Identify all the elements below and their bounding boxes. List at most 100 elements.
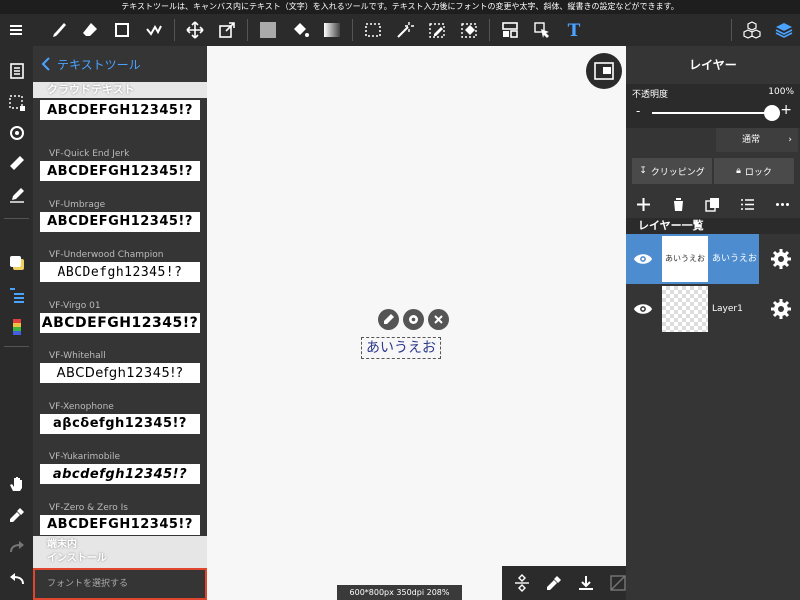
add-layer-icon[interactable] xyxy=(636,197,651,212)
gradient-icon[interactable] xyxy=(316,14,348,46)
font-panel: テキストツール クラウドテキスト ABCDEFGH12345!? VF-Quic… xyxy=(33,46,207,600)
layer-name: あいうえお xyxy=(712,254,758,264)
opacity-slider-thumb[interactable] xyxy=(764,105,780,121)
font-sample: ABCDEFGH12345!? xyxy=(40,514,200,535)
opacity-control: 不透明度 100% - + xyxy=(626,84,800,128)
text-icon[interactable]: T xyxy=(558,14,590,46)
menu-icon[interactable] xyxy=(0,14,32,46)
gear-icon[interactable] xyxy=(770,248,792,270)
font-item[interactable]: VF-Whitehall ABCDefgh12345!? xyxy=(33,344,207,395)
lock-button[interactable]: 🔒︎ ロック xyxy=(714,158,794,184)
opacity-minus-button[interactable]: - xyxy=(636,104,640,118)
transform-rotate-icon[interactable] xyxy=(506,566,538,600)
download-icon[interactable] xyxy=(570,566,602,600)
back-button[interactable]: テキストツール xyxy=(33,46,207,82)
visibility-icon[interactable] xyxy=(630,296,656,322)
font-item[interactable]: VF-Umbrage ABCDEFGH12345!? xyxy=(33,193,207,244)
materials-icon[interactable] xyxy=(736,14,768,46)
layer-list-icon[interactable] xyxy=(0,280,33,310)
font-item[interactable]: VF-Yukarimobile abcdefgh12345!? xyxy=(33,445,207,496)
select-icon[interactable] xyxy=(357,14,389,46)
transform-icon[interactable] xyxy=(211,14,243,46)
layer-actions xyxy=(626,190,800,218)
canvas-status: 600*800px 350dpi 208% xyxy=(337,585,462,600)
font-sample: ABCDefgh12345!? xyxy=(40,262,200,282)
redo-icon[interactable] xyxy=(0,532,33,562)
layer-row[interactable]: Layer1 xyxy=(626,284,800,334)
color-palette-icon[interactable] xyxy=(0,312,33,342)
section-header-cloud: クラウドテキスト xyxy=(33,82,207,98)
clipping-button[interactable]: ↧ クリッピング xyxy=(632,158,712,184)
panel-title: レイヤー xyxy=(689,58,737,72)
section-local-line1: 端末内 xyxy=(47,539,77,550)
font-sample: ABCDEFGH12345!? xyxy=(40,312,200,333)
selection-icon[interactable] xyxy=(0,88,33,118)
trash-icon[interactable] xyxy=(671,197,686,212)
font-item[interactable]: VF-Underwood Champion ABCDefgh12345!? xyxy=(33,243,207,294)
blend-mode-select[interactable]: 通常 › xyxy=(716,128,798,152)
toolbar-divider xyxy=(489,19,490,41)
text-settings-button[interactable] xyxy=(403,309,424,330)
layer-thumbnail xyxy=(662,286,708,332)
move-icon[interactable] xyxy=(179,14,211,46)
opacity-slider[interactable] xyxy=(652,105,780,121)
font-item[interactable]: VF-Quick End Jerk ABCDEFGH12345!? xyxy=(33,142,207,193)
hand-icon[interactable] xyxy=(0,469,33,499)
font-sample: ABCDEFGH12345!? xyxy=(40,100,200,120)
magic-wand-icon[interactable] xyxy=(389,14,421,46)
color-icon[interactable] xyxy=(252,14,284,46)
font-list[interactable]: ABCDEFGH12345!? VF-Quick End Jerk ABCDEFG… xyxy=(33,98,207,536)
pointer-icon[interactable] xyxy=(526,14,558,46)
eyedropper-icon[interactable] xyxy=(0,500,33,530)
section-header-local: 端末内 インストール xyxy=(33,536,207,568)
visibility-icon[interactable] xyxy=(630,246,656,272)
fill-shape-icon[interactable] xyxy=(106,14,138,46)
font-name: VF-Whitehall xyxy=(49,351,106,361)
font-item[interactable]: VF-Zero & Zero Is ABCDEFGH12345!? xyxy=(33,496,207,537)
font-sample: aβcδefgh12345!? xyxy=(40,413,200,434)
navigator-icon xyxy=(594,62,614,80)
select-pen-icon[interactable] xyxy=(421,14,453,46)
panel-icon[interactable] xyxy=(494,14,526,46)
document-icon[interactable] xyxy=(0,56,33,86)
rotate-icon[interactable] xyxy=(0,118,33,148)
lock-label: ロック xyxy=(744,167,772,178)
toolbar-divider xyxy=(731,19,732,41)
font-name: VF-Yukarimobile xyxy=(49,452,120,462)
layers-icon[interactable] xyxy=(768,14,800,46)
text-object[interactable]: あいうえお xyxy=(361,337,441,359)
svg-text:T: T xyxy=(568,21,581,39)
font-item[interactable]: VF-Virgo 01 ABCDEFGH12345!? xyxy=(33,294,207,345)
select-eraser-icon[interactable] xyxy=(453,14,485,46)
color-swatch-icon[interactable] xyxy=(0,248,33,278)
select-font-button[interactable]: フォントを選択する xyxy=(33,568,207,600)
gear-icon xyxy=(409,315,418,324)
stabilizer-pen-icon[interactable] xyxy=(0,180,33,210)
font-sample: abcdefgh12345!? xyxy=(40,464,200,484)
font-item[interactable]: VF-Xenophone aβcδefgh12345!? xyxy=(33,395,207,446)
opacity-slider-fill xyxy=(652,112,772,114)
list-icon[interactable] xyxy=(740,197,755,212)
navigator-button[interactable] xyxy=(586,53,622,89)
blend-mode-label: 通常 xyxy=(742,135,761,145)
ruler-icon[interactable] xyxy=(0,148,33,178)
duplicate-icon[interactable] xyxy=(705,197,720,212)
edit-text-button[interactable] xyxy=(378,309,399,330)
bucket-icon[interactable] xyxy=(284,14,316,46)
snap-icon[interactable] xyxy=(138,14,170,46)
lock-icon: 🔒︎ xyxy=(736,166,741,176)
layer-row[interactable]: あいうえお あいうえお xyxy=(626,234,800,284)
more-icon[interactable] xyxy=(775,197,790,212)
eyedropper-icon[interactable] xyxy=(538,566,570,600)
delete-text-button[interactable] xyxy=(428,309,449,330)
undo-icon[interactable] xyxy=(0,564,33,594)
gear-icon[interactable] xyxy=(770,298,792,320)
clipping-icon: ↧ xyxy=(639,166,647,176)
opacity-plus-button[interactable]: + xyxy=(780,102,792,118)
brush-icon[interactable] xyxy=(42,14,74,46)
close-icon xyxy=(434,315,443,324)
eraser-icon[interactable] xyxy=(74,14,106,46)
toolbar-divider xyxy=(247,19,248,41)
font-item[interactable]: ABCDEFGH12345!? xyxy=(33,98,207,142)
pencil-icon xyxy=(384,314,394,324)
